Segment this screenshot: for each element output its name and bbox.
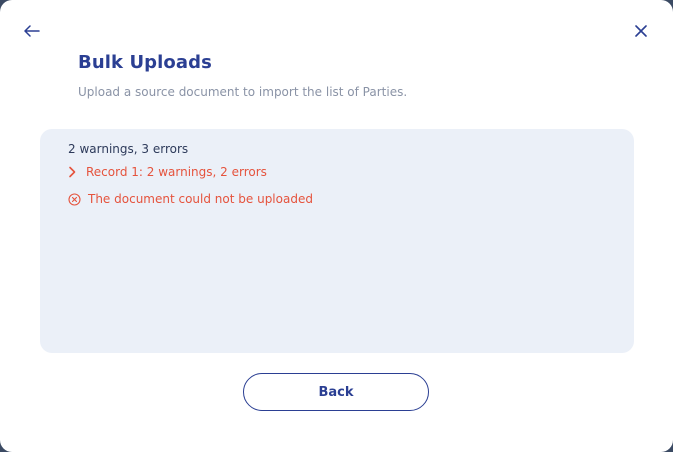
bulk-upload-modal: Bulk Uploads Upload a source document to… xyxy=(0,0,673,452)
arrow-left-icon xyxy=(24,25,40,37)
close-icon xyxy=(635,25,647,37)
upload-results-panel: 2 warnings, 3 errors Record 1: 2 warning… xyxy=(40,129,634,353)
page-subtitle: Upload a source document to import the l… xyxy=(78,85,408,99)
close-button[interactable] xyxy=(629,19,653,43)
page-title: Bulk Uploads xyxy=(78,52,212,73)
error-circle-icon xyxy=(68,192,81,206)
record-row[interactable]: Record 1: 2 warnings, 2 errors xyxy=(68,165,267,179)
error-message: The document could not be uploaded xyxy=(88,192,313,206)
record-label: Record 1: 2 warnings, 2 errors xyxy=(86,165,267,179)
back-button[interactable]: Back xyxy=(243,373,429,411)
back-arrow-icon[interactable] xyxy=(20,19,44,43)
error-message-row: The document could not be uploaded xyxy=(68,192,313,206)
results-summary: 2 warnings, 3 errors xyxy=(68,142,189,156)
chevron-right-icon xyxy=(68,165,80,179)
